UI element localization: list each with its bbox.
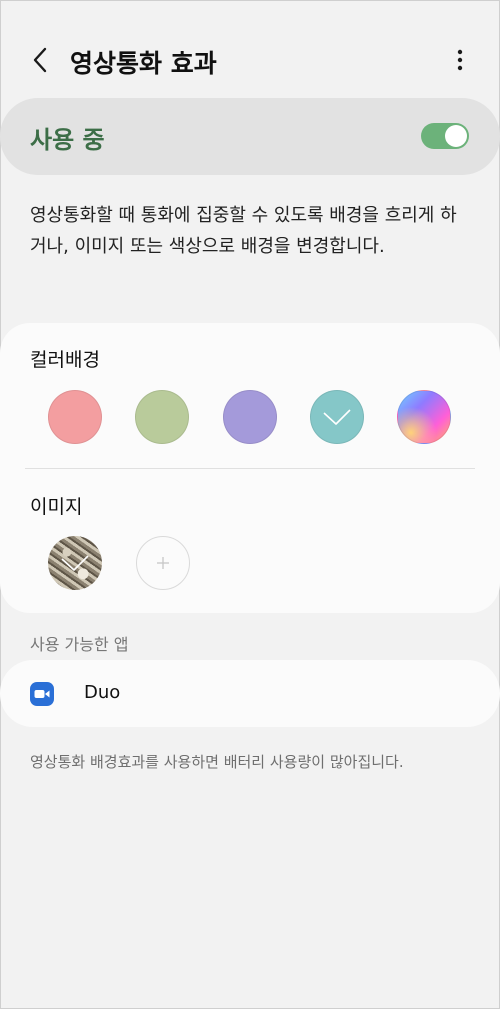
- app-name: Duo: [84, 682, 121, 703]
- feature-description: 영상통화할 때 통화에 집중할 수 있도록 배경을 흐리게 하거나, 이미지 또…: [30, 205, 457, 257]
- battery-note: 영상통화 배경효과를 사용하면 배터리 사용량이 많아집니다.: [30, 753, 404, 771]
- checkmark-icon: [61, 555, 89, 571]
- available-apps-header: 사용 가능한 앱: [30, 635, 129, 654]
- section-divider: [25, 468, 475, 469]
- back-button[interactable]: [22, 42, 58, 78]
- app-list-item-duo[interactable]: Duo: [0, 660, 500, 727]
- image-background-label: 이미지: [30, 496, 83, 518]
- color-swatch-gradient[interactable]: [397, 390, 451, 444]
- page-title: 영상통화 효과: [70, 49, 217, 78]
- color-swatch-teal[interactable]: [310, 390, 364, 444]
- switch-knob: [445, 125, 467, 147]
- color-background-label: 컬러배경: [30, 349, 100, 371]
- color-swatch-purple[interactable]: [223, 390, 277, 444]
- master-toggle-label: 사용 중: [30, 126, 105, 154]
- color-swatch-green[interactable]: [135, 390, 189, 444]
- plus-icon: [157, 557, 169, 569]
- master-toggle-row[interactable]: 사용 중: [0, 98, 500, 175]
- more-options-button[interactable]: [444, 42, 476, 78]
- master-switch[interactable]: [421, 123, 469, 149]
- chevron-left-icon: [33, 47, 47, 73]
- duo-video-icon: [30, 682, 54, 706]
- checkmark-icon: [323, 409, 351, 425]
- color-swatch-pink[interactable]: [48, 390, 102, 444]
- background-image-thumbnail[interactable]: [48, 536, 102, 590]
- add-image-button[interactable]: [136, 536, 190, 590]
- app-bar: 영상통화 효과: [0, 30, 500, 90]
- more-vertical-icon: [457, 49, 463, 71]
